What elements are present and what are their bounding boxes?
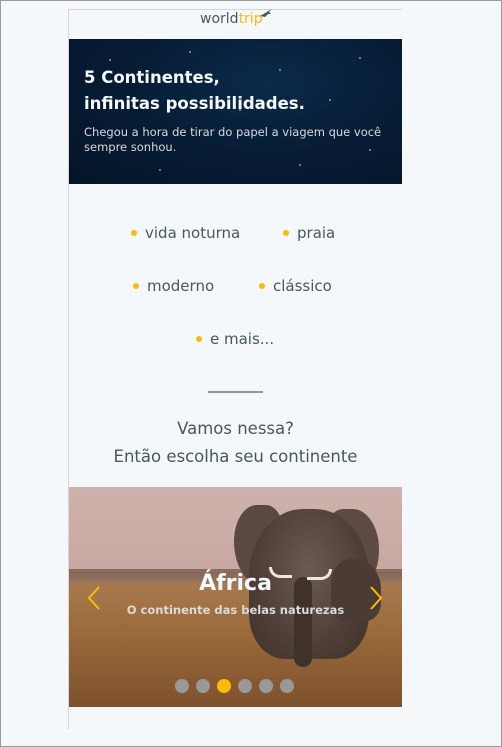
travel-type-item: praia bbox=[283, 224, 335, 242]
slider-pagination bbox=[175, 679, 294, 693]
continent-slider[interactable]: África O continente das belas naturezas bbox=[69, 487, 402, 707]
mobile-viewport: worldtrip 5 Continentes, infinitas possi… bbox=[68, 9, 402, 729]
cta-line2: Então escolha seu continente bbox=[113, 447, 358, 466]
bullet-icon bbox=[196, 336, 202, 342]
airplane-icon bbox=[260, 9, 272, 17]
cta-heading: Vamos nessa? Então escolha seu continent… bbox=[69, 415, 402, 471]
bullet-icon bbox=[133, 283, 139, 289]
chevron-right-icon[interactable] bbox=[369, 585, 383, 611]
travel-type-item: clássico bbox=[259, 277, 332, 295]
travel-type-item: moderno bbox=[133, 277, 214, 295]
pagination-dot[interactable] bbox=[238, 679, 252, 693]
travel-type-label: vida noturna bbox=[145, 224, 241, 242]
chevron-left-icon[interactable] bbox=[87, 585, 101, 611]
cta-line1: Vamos nessa? bbox=[177, 419, 294, 438]
bullet-icon bbox=[259, 283, 265, 289]
pagination-dot[interactable] bbox=[217, 679, 231, 693]
travel-type-label: moderno bbox=[147, 277, 215, 295]
pagination-dot[interactable] bbox=[196, 679, 210, 693]
travel-type-label: praia bbox=[297, 224, 336, 242]
travel-types: vida noturna praia moderno clássico e ma… bbox=[69, 224, 402, 364]
hero-title-line1: 5 Continentes, bbox=[84, 68, 220, 87]
hero-title: 5 Continentes, infinitas possibilidades. bbox=[84, 65, 384, 117]
travel-type-label: clássico bbox=[273, 277, 332, 295]
header: worldtrip bbox=[69, 9, 402, 40]
bullet-icon bbox=[131, 230, 137, 236]
travel-type-item: e mais... bbox=[196, 330, 274, 348]
travel-type-label: e mais... bbox=[210, 330, 275, 348]
hero-title-line2: infinitas possibilidades. bbox=[84, 94, 305, 113]
pagination-dot[interactable] bbox=[259, 679, 273, 693]
pagination-dot[interactable] bbox=[175, 679, 189, 693]
travel-type-item: vida noturna bbox=[131, 224, 240, 242]
logo-world: world bbox=[200, 11, 239, 27]
slide-title[interactable]: África bbox=[69, 571, 402, 596]
bullet-icon bbox=[283, 230, 289, 236]
hero-banner: 5 Continentes, infinitas possibilidades.… bbox=[69, 39, 402, 184]
slide-subtitle: O continente das belas naturezas bbox=[126, 603, 345, 617]
pagination-dot[interactable] bbox=[280, 679, 294, 693]
hero-subtitle: Chegou a hora de tirar do papel a viagem… bbox=[84, 125, 382, 154]
section-divider bbox=[208, 391, 263, 393]
logo[interactable]: worldtrip bbox=[200, 10, 263, 28]
